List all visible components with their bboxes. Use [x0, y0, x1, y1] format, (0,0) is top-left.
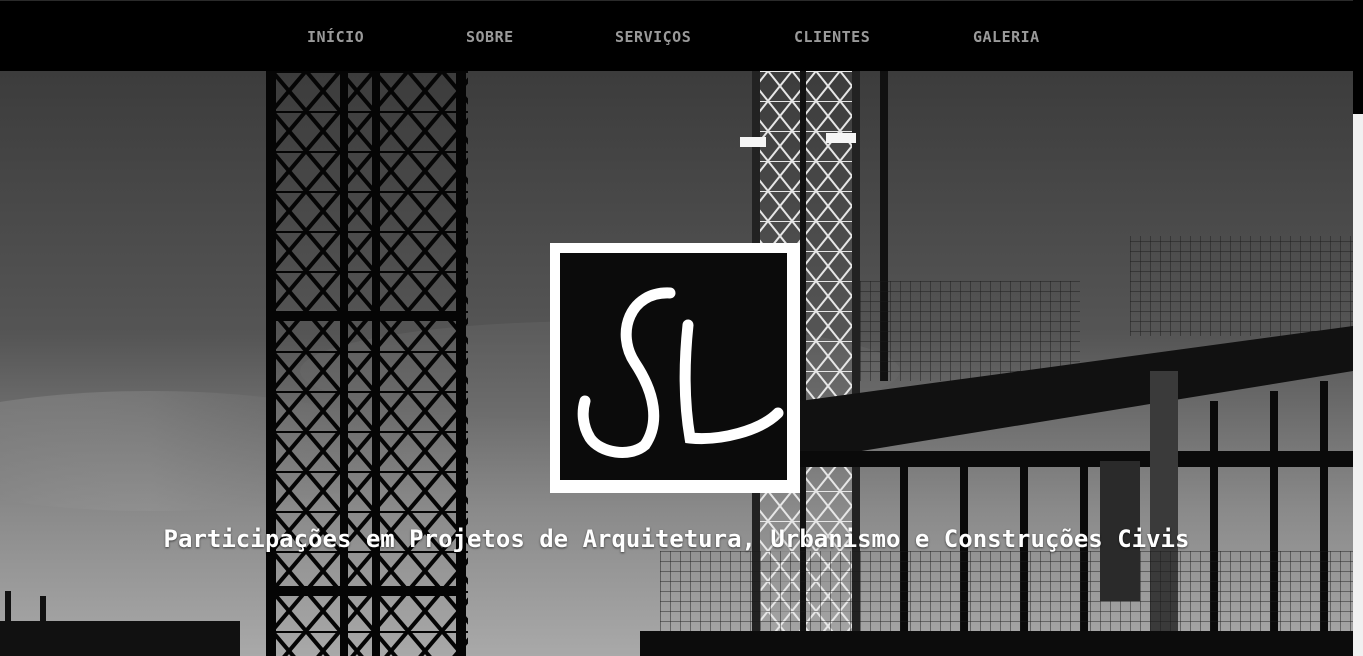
nav-link-sobre[interactable]: SOBRE	[466, 28, 514, 46]
hero-tagline: Participações em Projetos de Arquitetura…	[163, 525, 1190, 553]
nav-link-inicio[interactable]: INÍCIO	[307, 28, 364, 46]
nav-link-servicos[interactable]: SERVIÇOS	[615, 28, 691, 46]
top-navbar: INÍCIO SOBRE SERVIÇOS CLIENTES GALERIA	[0, 0, 1353, 71]
page-scrollbar[interactable]	[1353, 0, 1363, 656]
scrollbar-track[interactable]	[1353, 114, 1363, 656]
logo-inner-square	[560, 253, 787, 480]
sl-monogram-icon	[577, 287, 784, 458]
nav-link-galeria[interactable]: GALERIA	[973, 28, 1040, 46]
nav-link-clientes[interactable]: CLIENTES	[794, 28, 870, 46]
company-logo	[550, 243, 800, 493]
